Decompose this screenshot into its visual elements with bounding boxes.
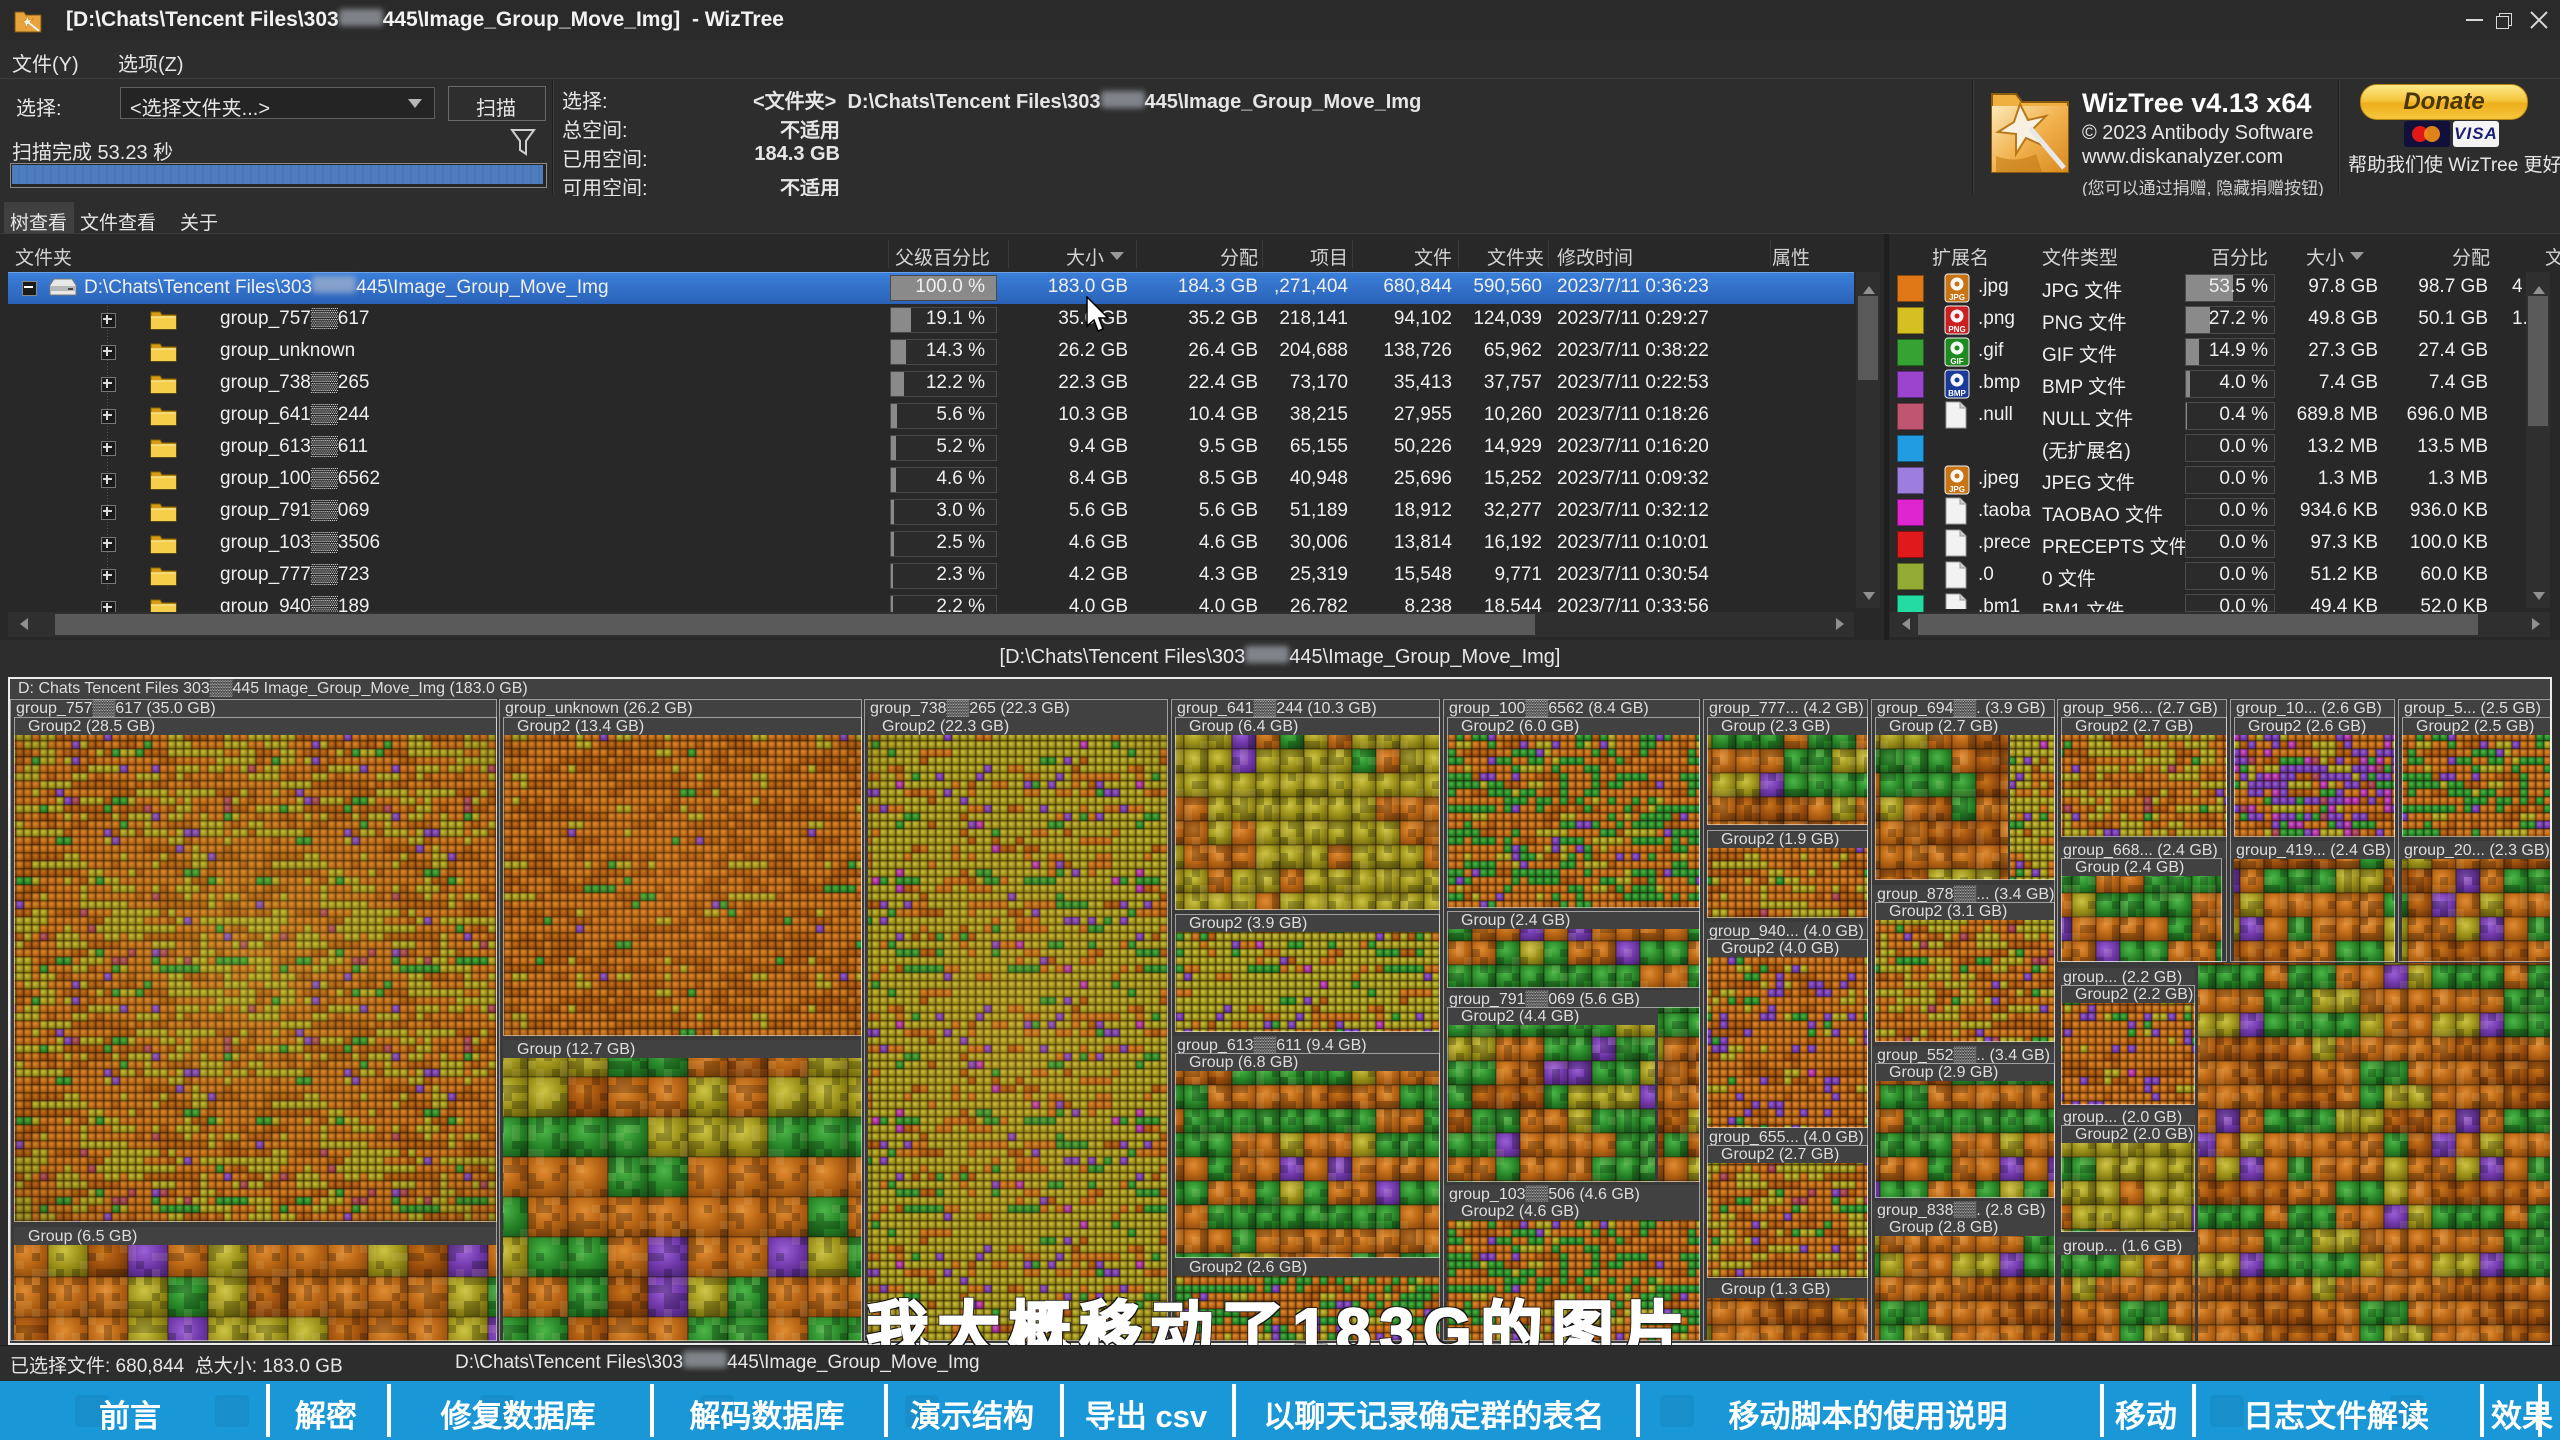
- svg-text:Group (6.5 GB): Group (6.5 GB): [28, 1228, 137, 1245]
- svg-text:group_940... (4.0 GB): group_940... (4.0 GB): [1709, 923, 1864, 940]
- svg-text:Group2 (2.7 GB): Group2 (2.7 GB): [2075, 718, 2193, 735]
- svg-text:Group (6.8 GB): Group (6.8 GB): [1189, 1054, 1298, 1071]
- svg-text:Group2 (4.4 GB): Group2 (4.4 GB): [1461, 1008, 1579, 1025]
- svg-text:group_5... (2.5 GB): group_5... (2.5 GB): [2404, 700, 2541, 717]
- svg-text:Group2 (2.7 GB): Group2 (2.7 GB): [1721, 1146, 1839, 1163]
- svg-text:group_777... (4.2 GB): group_777... (4.2 GB): [1709, 700, 1864, 717]
- svg-text:D: Chats Tencent Files 303▒▒44: D: Chats Tencent Files 303▒▒445 Image_Gr…: [18, 679, 528, 697]
- svg-text:group_613▒▒611 (9.4 GB): group_613▒▒611 (9.4 GB): [1177, 1036, 1367, 1054]
- svg-text:group_757▒▒617 (35.0 GB): group_757▒▒617 (35.0 GB): [16, 699, 216, 717]
- svg-text:group_668... (2.4 GB): group_668... (2.4 GB): [2063, 842, 2218, 859]
- svg-text:PNG: PNG: [1948, 325, 1965, 334]
- svg-text:group_unknown (26.2 GB): group_unknown (26.2 GB): [505, 700, 693, 717]
- svg-text:Group2 (2.0 GB): Group2 (2.0 GB): [2075, 1126, 2193, 1143]
- svg-text:Group2 (4.0 GB): Group2 (4.0 GB): [1721, 940, 1839, 957]
- svg-text:group_655... (4.0 GB): group_655... (4.0 GB): [1709, 1129, 1864, 1146]
- svg-text:group_878▒▒... (3.4 GB): group_878▒▒... (3.4 GB): [1877, 885, 2054, 903]
- svg-text:Group2 (1.9 GB): Group2 (1.9 GB): [1721, 831, 1839, 848]
- svg-text:Group2 (13.4 GB): Group2 (13.4 GB): [517, 718, 644, 735]
- svg-text:Group (12.7 GB): Group (12.7 GB): [517, 1041, 635, 1058]
- svg-text:Group (2.9 GB): Group (2.9 GB): [1889, 1064, 1998, 1081]
- svg-text:Group2 (3.1 GB): Group2 (3.1 GB): [1889, 903, 2007, 920]
- svg-text:group_738▒▒265 (22.3 GB): group_738▒▒265 (22.3 GB): [870, 699, 1070, 717]
- svg-text:group_100▒▒6562 (8.4 GB): group_100▒▒6562 (8.4 GB): [1449, 699, 1649, 717]
- svg-text:Group (2.7 GB): Group (2.7 GB): [1889, 718, 1998, 735]
- svg-text:Group (6.4 GB): Group (6.4 GB): [1189, 718, 1298, 735]
- svg-text:Group (2.3 GB): Group (2.3 GB): [1721, 718, 1830, 735]
- svg-text:GIF: GIF: [1950, 357, 1963, 366]
- svg-text:group_103▒▒506 (4.6 GB): group_103▒▒506 (4.6 GB): [1449, 1185, 1640, 1203]
- svg-text:group... (1.6 GB): group... (1.6 GB): [2063, 1238, 2182, 1255]
- svg-text:group_694▒▒. (3.9 GB): group_694▒▒. (3.9 GB): [1877, 699, 2046, 717]
- svg-text:Group2 (6.0 GB): Group2 (6.0 GB): [1461, 718, 1579, 735]
- svg-text:group_791▒▒069 (5.6 GB): group_791▒▒069 (5.6 GB): [1449, 990, 1640, 1008]
- svg-text:group_552▒▒.. (3.4 GB): group_552▒▒.. (3.4 GB): [1877, 1046, 2050, 1064]
- svg-text:Group2 (28.5 GB): Group2 (28.5 GB): [28, 718, 155, 735]
- svg-text:JPG: JPG: [1949, 485, 1965, 494]
- svg-text:group_419... (2.4 GB): group_419... (2.4 GB): [2236, 842, 2391, 859]
- svg-text:Group2 (2.5 GB): Group2 (2.5 GB): [2416, 718, 2534, 735]
- svg-text:group... (2.0 GB): group... (2.0 GB): [2063, 1109, 2182, 1126]
- svg-text:Group (2.4 GB): Group (2.4 GB): [1461, 912, 1570, 929]
- svg-text:Group2 (2.6 GB): Group2 (2.6 GB): [2248, 718, 2366, 735]
- svg-text:Group2 (2.2 GB): Group2 (2.2 GB): [2075, 986, 2193, 1003]
- svg-text:Group (2.4 GB): Group (2.4 GB): [2075, 859, 2184, 876]
- svg-text:group... (2.2 GB): group... (2.2 GB): [2063, 969, 2182, 986]
- svg-text:BMP: BMP: [1948, 389, 1966, 398]
- svg-text:group_838▒▒. (2.8 GB): group_838▒▒. (2.8 GB): [1877, 1201, 2046, 1219]
- svg-text:Group2 (4.6 GB): Group2 (4.6 GB): [1461, 1203, 1579, 1220]
- svg-text:JPG: JPG: [1949, 293, 1965, 302]
- svg-text:Group (2.8 GB): Group (2.8 GB): [1889, 1219, 1998, 1236]
- svg-text:Group2 (2.6 GB): Group2 (2.6 GB): [1189, 1259, 1307, 1276]
- svg-text:group_10... (2.6 GB): group_10... (2.6 GB): [2236, 700, 2382, 717]
- svg-text:Group2 (22.3 GB): Group2 (22.3 GB): [882, 718, 1009, 735]
- svg-text:group_956... (2.7 GB): group_956... (2.7 GB): [2063, 700, 2218, 717]
- svg-text:group_20... (2.3 GB): group_20... (2.3 GB): [2404, 842, 2550, 859]
- svg-text:group_641▒▒244 (10.3 GB): group_641▒▒244 (10.3 GB): [1177, 699, 1377, 717]
- svg-text:Group2 (3.9 GB): Group2 (3.9 GB): [1189, 915, 1307, 932]
